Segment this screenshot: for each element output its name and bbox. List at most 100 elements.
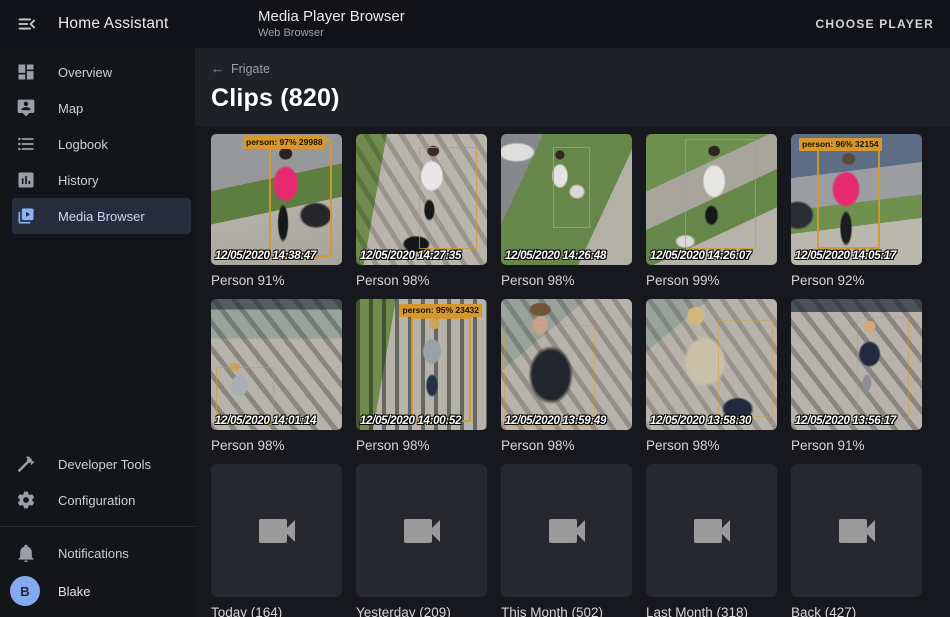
clip-card[interactable]: 12/05/2020 14:27:35 Person 98%	[356, 134, 487, 291]
breadcrumb-label: Frigate	[231, 62, 270, 76]
clip-thumbnail: 12/05/2020 13:56:17	[791, 299, 922, 430]
clip-timestamp: 12/05/2020 13:59:49	[505, 415, 606, 427]
detection-bbox	[269, 139, 332, 257]
menu-open-icon[interactable]	[15, 12, 39, 36]
sidebar-item-label: Overview	[58, 65, 112, 80]
sidebar: Overview Map Logbook History Media Brows…	[0, 48, 195, 617]
sidebar-item-notifications[interactable]: Notifications	[0, 535, 195, 571]
folder-label: Last Month (318)	[646, 605, 777, 617]
folder-card[interactable]: Last Month (318)	[646, 464, 777, 617]
sidebar-item-user-profile[interactable]: B Blake	[0, 571, 195, 611]
clip-timestamp: 12/05/2020 13:58:30	[650, 415, 751, 427]
sidebar-item-label: History	[58, 173, 98, 188]
app-window: Home Assistant Media Player Browser Web …	[0, 0, 950, 617]
clip-label: Person 98%	[501, 273, 632, 291]
folder-card[interactable]: Back (427)	[791, 464, 922, 617]
clip-timestamp: 12/05/2020 14:26:07	[650, 250, 751, 262]
clip-card[interactable]: 12/05/2020 13:59:49 Person 98%	[501, 299, 632, 456]
breadcrumb-back[interactable]: ← Frigate	[211, 61, 934, 76]
clip-thumbnail: person: 95% 23432 12/05/2020 14:00:52	[356, 299, 487, 430]
sidebar-item-label: Notifications	[58, 546, 129, 561]
back-arrow-icon: ←	[211, 61, 224, 76]
sidebar-item-label: Developer Tools	[58, 457, 151, 472]
clip-label: Person 92%	[791, 273, 922, 291]
clip-timestamp: 12/05/2020 14:26:48	[505, 250, 606, 262]
media-browser-header: ← Frigate Clips (820)	[195, 48, 950, 126]
sidebar-item-label: Configuration	[58, 493, 135, 508]
page-heading: Clips (820)	[211, 84, 934, 113]
clip-label: Person 91%	[791, 438, 922, 456]
clip-card[interactable]: person: 96% 32154 12/05/2020 14:05:17 Pe…	[791, 134, 922, 291]
clip-label: Person 98%	[646, 438, 777, 456]
topbar-main-section: Media Player Browser Web Browser CHOOSE …	[195, 8, 950, 40]
clip-card[interactable]: 12/05/2020 14:01:14 Person 98%	[211, 299, 342, 456]
bell-icon	[16, 543, 36, 563]
hammer-icon	[16, 454, 36, 474]
play-box-multiple-icon	[16, 206, 36, 226]
folder-card[interactable]: Yesterday (209)	[356, 464, 487, 617]
detection-bbox	[718, 320, 773, 417]
folder-label: Today (164)	[211, 605, 342, 617]
choose-player-button[interactable]: CHOOSE PLAYER	[815, 17, 950, 31]
video-camera-icon	[688, 507, 736, 555]
sidebar-item-overview[interactable]: Overview	[0, 54, 195, 90]
folder-label: This Month (502)	[501, 605, 632, 617]
folder-label: Yesterday (209)	[356, 605, 487, 617]
video-camera-icon	[398, 507, 446, 555]
sidebar-item-media-browser[interactable]: Media Browser	[12, 198, 191, 234]
clip-timestamp: 12/05/2020 14:27:35	[360, 250, 461, 262]
clip-timestamp: 12/05/2020 13:56:17	[795, 415, 896, 427]
clip-timestamp: 12/05/2020 14:05:17	[795, 250, 896, 262]
clip-label: Person 98%	[356, 273, 487, 291]
map-account-icon	[16, 98, 36, 118]
media-browser-panel: ← Frigate Clips (820) person: 97% 29988 …	[195, 48, 950, 617]
clip-timestamp: 12/05/2020 14:01:14	[215, 415, 316, 427]
sidebar-divider	[0, 526, 195, 527]
clip-thumbnail: 12/05/2020 14:26:48	[501, 134, 632, 265]
clip-card[interactable]: 12/05/2020 13:56:17 Person 91%	[791, 299, 922, 456]
sidebar-spacer	[0, 234, 195, 446]
sidebar-item-configuration[interactable]: Configuration	[0, 482, 195, 518]
sidebar-item-history[interactable]: History	[0, 162, 195, 198]
clip-card[interactable]: 12/05/2020 14:26:48 Person 98%	[501, 134, 632, 291]
clip-card[interactable]: person: 95% 23432 12/05/2020 14:00:52 Pe…	[356, 299, 487, 456]
chart-box-icon	[16, 170, 36, 190]
detection-bbox	[857, 317, 909, 419]
folder-tile	[501, 464, 632, 597]
dashboard-icon	[16, 62, 36, 82]
clip-card[interactable]: 12/05/2020 13:58:30 Person 98%	[646, 299, 777, 456]
list-bulleted-icon	[16, 134, 36, 154]
app-title: Home Assistant	[58, 15, 168, 33]
detection-label: person: 97% 29988	[243, 136, 326, 149]
clip-card[interactable]: 12/05/2020 14:26:07 Person 99%	[646, 134, 777, 291]
video-camera-icon	[833, 507, 881, 555]
clip-card[interactable]: person: 97% 29988 12/05/2020 14:38:47 Pe…	[211, 134, 342, 291]
clip-thumbnail: 12/05/2020 14:01:14	[211, 299, 342, 430]
user-avatar: B	[10, 576, 40, 606]
sidebar-item-label: Media Browser	[58, 209, 145, 224]
sidebar-item-map[interactable]: Map	[0, 90, 195, 126]
user-name: Blake	[58, 584, 91, 599]
folder-tile	[356, 464, 487, 597]
top-app-bar: Home Assistant Media Player Browser Web …	[0, 0, 950, 48]
detection-bbox	[817, 147, 880, 249]
sidebar-item-developer-tools[interactable]: Developer Tools	[0, 446, 195, 482]
clips-grid: person: 97% 29988 12/05/2020 14:38:47 Pe…	[195, 126, 950, 617]
clip-timestamp: 12/05/2020 14:38:47	[215, 250, 316, 262]
clip-thumbnail: person: 97% 29988 12/05/2020 14:38:47	[211, 134, 342, 265]
folder-tile	[646, 464, 777, 597]
video-camera-icon	[543, 507, 591, 555]
detection-bbox	[419, 147, 477, 249]
page-title-block: Media Player Browser Web Browser	[258, 8, 405, 40]
clip-label: Person 91%	[211, 273, 342, 291]
topbar-sidebar-section: Home Assistant	[0, 12, 195, 36]
folder-card[interactable]: Today (164)	[211, 464, 342, 617]
clip-label: Person 99%	[646, 273, 777, 291]
clip-thumbnail: 12/05/2020 13:58:30	[646, 299, 777, 430]
clip-label: Person 98%	[356, 438, 487, 456]
detection-bbox	[504, 325, 596, 427]
detection-bbox	[411, 317, 471, 422]
detection-label: person: 95% 23432	[399, 304, 482, 317]
folder-card[interactable]: This Month (502)	[501, 464, 632, 617]
sidebar-item-logbook[interactable]: Logbook	[0, 126, 195, 162]
